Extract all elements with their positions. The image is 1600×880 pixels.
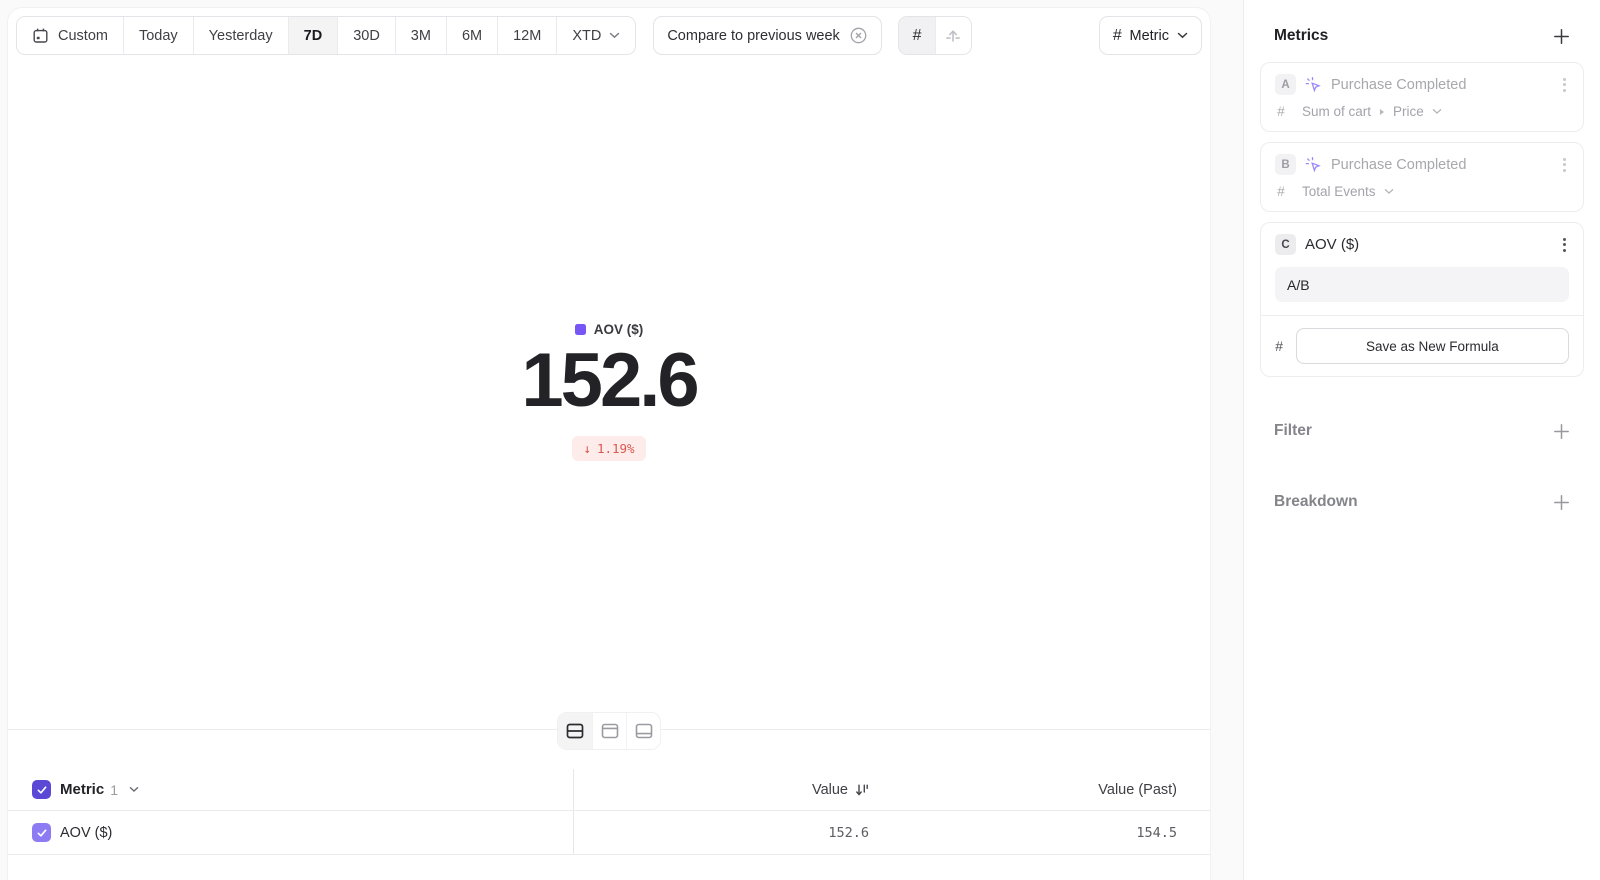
table-header: Metric 1 Value xyxy=(8,769,1210,810)
aggregation-label: Sum of cart xyxy=(1302,104,1371,119)
number-type-icon: # xyxy=(1275,338,1283,354)
aggregation-selector[interactable]: # Total Events xyxy=(1275,184,1569,199)
breadcrumb-arrow-icon xyxy=(1379,108,1385,116)
select-all-checkbox[interactable] xyxy=(32,780,51,799)
formula-text: A/B xyxy=(1287,277,1310,293)
date-range-12m[interactable]: 12M xyxy=(497,17,556,54)
number-type-icon: # xyxy=(1277,184,1294,199)
metric-column-header: Metric xyxy=(60,781,104,798)
metric-dropdown-button[interactable]: # Metric xyxy=(1099,16,1202,55)
filter-title: Filter xyxy=(1274,422,1312,440)
goal-mode-button[interactable] xyxy=(935,17,971,54)
metric-card-c[interactable]: C AOV ($) A/B # Save as New Formula xyxy=(1260,222,1584,377)
date-range-xtd[interactable]: XTD xyxy=(556,17,635,54)
breakdown-title: Breakdown xyxy=(1274,493,1358,511)
date-range-6m[interactable]: 6M xyxy=(446,17,497,54)
main-area: Custom Today Yesterday 7D 30D 3M 6M 12M … xyxy=(0,0,1243,880)
chevron-down-icon xyxy=(1177,32,1188,39)
number-icon: # xyxy=(912,27,921,45)
results-table: Metric 1 Value xyxy=(8,769,1210,855)
remove-compare-icon[interactable] xyxy=(849,26,868,45)
formula-input[interactable]: A/B xyxy=(1275,267,1569,302)
metric-badge: B xyxy=(1275,154,1296,175)
down-arrow-icon: ↓ xyxy=(583,441,591,456)
metric-options-icon[interactable] xyxy=(1560,155,1569,175)
number-mode-button[interactable]: # xyxy=(899,17,935,54)
aggregation-selector[interactable]: # Sum of cart Price xyxy=(1275,104,1569,119)
aggregation-label: Total Events xyxy=(1302,184,1376,199)
add-filter-button[interactable] xyxy=(1553,423,1570,440)
filter-section-header: Filter xyxy=(1260,422,1584,440)
legend: AOV ($) xyxy=(575,322,644,337)
metric-dropdown-label: Metric xyxy=(1130,28,1169,44)
aggregation-property: Price xyxy=(1393,104,1424,119)
metric-card-a[interactable]: A Purchase Completed # Sum of cart Price xyxy=(1260,62,1584,132)
date-range-3m[interactable]: 3M xyxy=(395,17,446,54)
date-range-yesterday[interactable]: Yesterday xyxy=(193,17,288,54)
table-view-button[interactable] xyxy=(626,713,660,749)
add-breakdown-button[interactable] xyxy=(1553,494,1570,511)
date-range-custom[interactable]: Custom xyxy=(17,17,123,54)
chevron-down-icon xyxy=(1384,188,1394,195)
change-badge: ↓ 1.19% xyxy=(572,436,645,461)
calendar-icon xyxy=(32,27,49,44)
chevron-down-icon xyxy=(609,32,620,39)
value-past-column-header[interactable]: Value (Past) xyxy=(1098,782,1177,798)
row-value: 152.6 xyxy=(828,825,869,841)
query-sidebar: Metrics A Purchase Completed # Su xyxy=(1243,0,1600,880)
row-metric-name: AOV ($) xyxy=(60,825,112,841)
metric-card-b[interactable]: B Purchase Completed # Total Events xyxy=(1260,142,1584,212)
metrics-section-header: Metrics xyxy=(1260,0,1584,62)
date-range-today[interactable]: Today xyxy=(123,17,193,54)
chart-view-button[interactable] xyxy=(592,713,626,749)
date-range-7d[interactable]: 7D xyxy=(288,17,338,54)
chevron-down-icon xyxy=(1432,108,1442,115)
value-display-toggle: # xyxy=(898,16,972,55)
metric-type-icon: # xyxy=(1113,27,1122,45)
layout-toggle xyxy=(557,712,661,750)
legend-swatch xyxy=(575,324,586,335)
metric-options-icon[interactable] xyxy=(1560,75,1569,95)
goal-icon xyxy=(944,27,962,45)
chevron-down-icon[interactable] xyxy=(129,786,139,793)
metric-badge: C xyxy=(1275,234,1296,255)
app-root: Custom Today Yesterday 7D 30D 3M 6M 12M … xyxy=(0,0,1600,880)
event-click-icon xyxy=(1305,156,1322,173)
metrics-title: Metrics xyxy=(1274,27,1328,45)
add-metric-button[interactable] xyxy=(1553,28,1570,45)
save-formula-label: Save as New Formula xyxy=(1366,339,1499,354)
compare-chip-label: Compare to previous week xyxy=(667,28,839,44)
number-type-icon: # xyxy=(1277,104,1294,119)
toolbar: Custom Today Yesterday 7D 30D 3M 6M 12M … xyxy=(16,16,1202,55)
metric-badge: A xyxy=(1275,74,1296,95)
report-card: Custom Today Yesterday 7D 30D 3M 6M 12M … xyxy=(8,8,1210,880)
date-range-selector: Custom Today Yesterday 7D 30D 3M 6M 12M … xyxy=(16,16,636,55)
row-value-past: 154.5 xyxy=(1136,825,1177,841)
table-row[interactable]: AOV ($) 152.6 154.5 xyxy=(8,810,1210,855)
metric-event-name: Purchase Completed xyxy=(1331,157,1466,173)
breakdown-section-header: Breakdown xyxy=(1260,493,1584,511)
date-range-label: Custom xyxy=(58,28,108,44)
card-divider xyxy=(1261,315,1583,316)
date-range-30d[interactable]: 30D xyxy=(337,17,395,54)
sort-descending-icon[interactable] xyxy=(855,783,869,797)
metric-options-icon[interactable] xyxy=(1560,235,1569,255)
metric-event-name: Purchase Completed xyxy=(1331,77,1466,93)
big-number-block: AOV ($) 152.6 ↓ 1.19% xyxy=(8,322,1210,461)
save-formula-button[interactable]: Save as New Formula xyxy=(1296,328,1569,364)
value-column-header[interactable]: Value xyxy=(812,782,848,798)
split-view-button[interactable] xyxy=(558,713,592,749)
formula-metric-name: AOV ($) xyxy=(1305,236,1359,253)
change-value: 1.19% xyxy=(597,441,635,456)
metric-count: 1 xyxy=(110,782,118,798)
compare-chip[interactable]: Compare to previous week xyxy=(653,16,881,55)
legend-label: AOV ($) xyxy=(594,322,644,337)
row-checkbox[interactable] xyxy=(32,823,51,842)
event-click-icon xyxy=(1305,76,1322,93)
metric-value: 152.6 xyxy=(8,342,1210,420)
